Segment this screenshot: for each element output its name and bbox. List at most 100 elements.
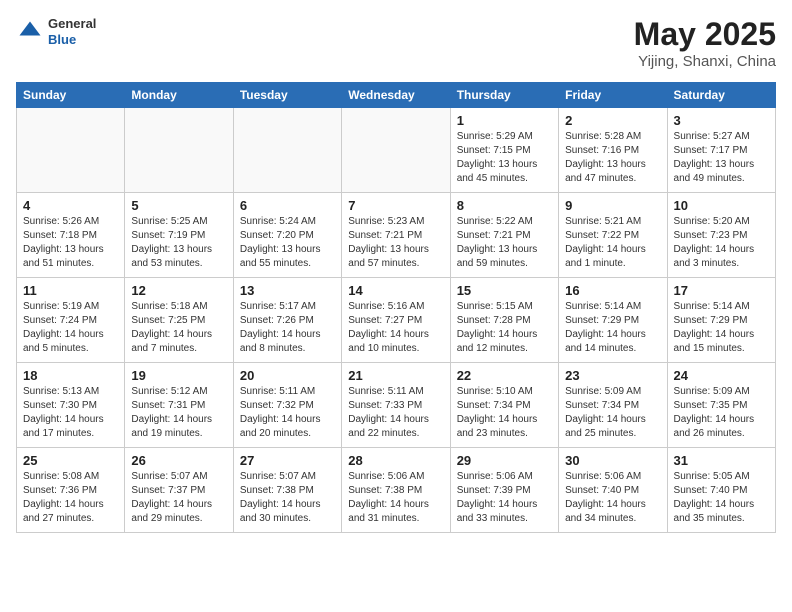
calendar-cell: 6 Sunrise: 5:24 AM Sunset: 7:20 PM Daylig… [233,193,341,278]
day-number: 1 [457,113,552,128]
day-number: 14 [348,283,443,298]
day-info: Sunrise: 5:25 AM Sunset: 7:19 PM Dayligh… [131,215,226,271]
day-info: Sunrise: 5:10 AM Sunset: 7:34 PM Dayligh… [457,385,552,441]
day-info: Sunrise: 5:06 AM Sunset: 7:39 PM Dayligh… [457,470,552,526]
day-info: Sunrise: 5:27 AM Sunset: 7:17 PM Dayligh… [674,130,769,186]
calendar-cell: 10 Sunrise: 5:20 AM Sunset: 7:23 PM Dayli… [667,193,775,278]
day-header-sunday: Sunday [17,83,125,108]
day-number: 9 [565,198,660,213]
day-number: 17 [674,283,769,298]
day-info: Sunrise: 5:07 AM Sunset: 7:37 PM Dayligh… [131,470,226,526]
day-number: 26 [131,453,226,468]
calendar-cell: 30Sunrise: 5:06 AM Sunset: 7:40 PM Dayli… [559,448,667,533]
day-info: Sunrise: 5:21 AM Sunset: 7:22 PM Dayligh… [565,215,660,271]
day-number: 3 [674,113,769,128]
day-number: 21 [348,368,443,383]
calendar-cell: 11 Sunrise: 5:19 AM Sunset: 7:24 PM Dayli… [17,278,125,363]
day-info: Sunrise: 5:26 AM Sunset: 7:18 PM Dayligh… [23,215,118,271]
calendar-week-2: 4 Sunrise: 5:26 AM Sunset: 7:18 PM Daylig… [17,193,776,278]
calendar-cell [342,108,450,193]
day-info: Sunrise: 5:16 AM Sunset: 7:27 PM Dayligh… [348,300,443,356]
day-number: 15 [457,283,552,298]
day-header-tuesday: Tuesday [233,83,341,108]
calendar-cell: 31 Sunrise: 5:05 AM Sunset: 7:40 PM Dayli… [667,448,775,533]
day-info: Sunrise: 5:08 AM Sunset: 7:36 PM Dayligh… [23,470,118,526]
calendar-cell: 28 Sunrise: 5:06 AM Sunset: 7:38 PM Dayli… [342,448,450,533]
day-number: 20 [240,368,335,383]
calendar-week-4: 18Sunrise: 5:13 AM Sunset: 7:30 PM Dayli… [17,363,776,448]
calendar-cell: 22 Sunrise: 5:10 AM Sunset: 7:34 PM Dayli… [450,363,558,448]
day-number: 13 [240,283,335,298]
day-info: Sunrise: 5:22 AM Sunset: 7:21 PM Dayligh… [457,215,552,271]
day-info: Sunrise: 5:11 AM Sunset: 7:33 PM Dayligh… [348,385,443,441]
day-info: Sunrise: 5:24 AM Sunset: 7:20 PM Dayligh… [240,215,335,271]
calendar-week-1: 1 Sunrise: 5:29 AM Sunset: 7:15 PM Daylig… [17,108,776,193]
day-info: Sunrise: 5:14 AM Sunset: 7:29 PM Dayligh… [674,300,769,356]
day-info: Sunrise: 5:23 AM Sunset: 7:21 PM Dayligh… [348,215,443,271]
day-info: Sunrise: 5:19 AM Sunset: 7:24 PM Dayligh… [23,300,118,356]
calendar-cell: 20 Sunrise: 5:11 AM Sunset: 7:32 PM Dayli… [233,363,341,448]
logo-general: General [48,16,96,32]
calendar-cell: 4 Sunrise: 5:26 AM Sunset: 7:18 PM Daylig… [17,193,125,278]
logo: General Blue [16,16,96,47]
calendar-week-3: 11 Sunrise: 5:19 AM Sunset: 7:24 PM Dayli… [17,278,776,363]
day-number: 30 [565,453,660,468]
calendar-cell: 29 Sunrise: 5:06 AM Sunset: 7:39 PM Dayli… [450,448,558,533]
calendar-cell: 15 Sunrise: 5:15 AM Sunset: 7:28 PM Dayli… [450,278,558,363]
calendar-cell: 14 Sunrise: 5:16 AM Sunset: 7:27 PM Dayli… [342,278,450,363]
day-info: Sunrise: 5:14 AM Sunset: 7:29 PM Dayligh… [565,300,660,356]
logo-blue: Blue [48,32,96,48]
day-number: 31 [674,453,769,468]
day-number: 6 [240,198,335,213]
day-number: 27 [240,453,335,468]
day-number: 22 [457,368,552,383]
day-header-saturday: Saturday [667,83,775,108]
main-title: May 2025 [634,16,776,53]
day-number: 5 [131,198,226,213]
day-number: 29 [457,453,552,468]
calendar-cell: 21 Sunrise: 5:11 AM Sunset: 7:33 PM Dayli… [342,363,450,448]
calendar-week-5: 25 Sunrise: 5:08 AM Sunset: 7:36 PM Dayli… [17,448,776,533]
calendar-cell [233,108,341,193]
day-number: 12 [131,283,226,298]
day-info: Sunrise: 5:20 AM Sunset: 7:23 PM Dayligh… [674,215,769,271]
day-number: 24 [674,368,769,383]
day-info: Sunrise: 5:12 AM Sunset: 7:31 PM Dayligh… [131,385,226,441]
day-header-wednesday: Wednesday [342,83,450,108]
calendar-cell: 1 Sunrise: 5:29 AM Sunset: 7:15 PM Daylig… [450,108,558,193]
day-info: Sunrise: 5:28 AM Sunset: 7:16 PM Dayligh… [565,130,660,186]
calendar-cell: 25 Sunrise: 5:08 AM Sunset: 7:36 PM Dayli… [17,448,125,533]
logo-text: General Blue [48,16,96,47]
day-info: Sunrise: 5:11 AM Sunset: 7:32 PM Dayligh… [240,385,335,441]
calendar-cell [125,108,233,193]
calendar-cell: 18Sunrise: 5:13 AM Sunset: 7:30 PM Dayli… [17,363,125,448]
calendar-cell: 9 Sunrise: 5:21 AM Sunset: 7:22 PM Daylig… [559,193,667,278]
day-info: Sunrise: 5:15 AM Sunset: 7:28 PM Dayligh… [457,300,552,356]
calendar-cell: 12Sunrise: 5:18 AM Sunset: 7:25 PM Dayli… [125,278,233,363]
day-number: 10 [674,198,769,213]
calendar-cell: 17 Sunrise: 5:14 AM Sunset: 7:29 PM Dayli… [667,278,775,363]
day-number: 4 [23,198,118,213]
day-info: Sunrise: 5:05 AM Sunset: 7:40 PM Dayligh… [674,470,769,526]
calendar-cell: 8 Sunrise: 5:22 AM Sunset: 7:21 PM Daylig… [450,193,558,278]
day-info: Sunrise: 5:09 AM Sunset: 7:34 PM Dayligh… [565,385,660,441]
day-info: Sunrise: 5:06 AM Sunset: 7:38 PM Dayligh… [348,470,443,526]
day-number: 18 [23,368,118,383]
day-number: 7 [348,198,443,213]
calendar-cell: 19 Sunrise: 5:12 AM Sunset: 7:31 PM Dayli… [125,363,233,448]
day-number: 28 [348,453,443,468]
logo-icon [16,18,44,46]
day-number: 11 [23,283,118,298]
day-info: Sunrise: 5:17 AM Sunset: 7:26 PM Dayligh… [240,300,335,356]
calendar-table: SundayMondayTuesdayWednesdayThursdayFrid… [16,82,776,533]
day-number: 19 [131,368,226,383]
calendar-cell: 13 Sunrise: 5:17 AM Sunset: 7:26 PM Dayli… [233,278,341,363]
title-block: May 2025 Yijing, Shanxi, China [634,16,776,70]
day-info: Sunrise: 5:29 AM Sunset: 7:15 PM Dayligh… [457,130,552,186]
calendar-cell: 16Sunrise: 5:14 AM Sunset: 7:29 PM Dayli… [559,278,667,363]
day-number: 8 [457,198,552,213]
day-number: 25 [23,453,118,468]
day-info: Sunrise: 5:07 AM Sunset: 7:38 PM Dayligh… [240,470,335,526]
calendar-cell: 26 Sunrise: 5:07 AM Sunset: 7:37 PM Dayli… [125,448,233,533]
day-number: 23 [565,368,660,383]
